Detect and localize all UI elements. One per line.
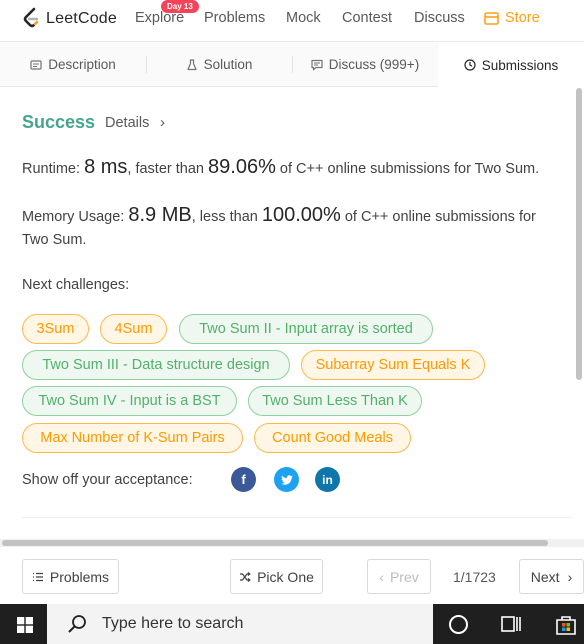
logo-text: LeetCode — [46, 10, 117, 27]
runtime-percentile: 89.06% — [208, 156, 276, 178]
tab-discuss[interactable]: Discuss (999+) — [292, 42, 438, 87]
memory-line-wrap: Two Sum. — [22, 229, 86, 252]
details-link[interactable]: Details — [105, 115, 149, 131]
challenge-two-sum-iii[interactable]: Two Sum III - Data structure design — [22, 350, 290, 380]
memory-tail: of C++ online submissions for — [344, 209, 536, 225]
nav-mock[interactable]: Mock — [286, 10, 321, 26]
horizontal-scrollbar-thumb[interactable] — [2, 540, 548, 546]
leetcode-logo-icon — [23, 7, 39, 28]
twitter-icon[interactable] — [274, 467, 299, 492]
taskbar-search[interactable]: Type here to search — [47, 604, 433, 644]
nav-contest[interactable]: Contest — [342, 10, 392, 26]
cortana-icon[interactable] — [449, 615, 468, 634]
submission-status: Success — [22, 112, 96, 132]
challenge-3sum[interactable]: 3Sum — [22, 314, 89, 344]
next-label: Next — [530, 568, 560, 585]
tab-discuss-label: Discuss (999+) — [328, 57, 420, 72]
next-button[interactable]: Next › — [519, 559, 584, 594]
search-icon — [68, 615, 86, 633]
challenge-count-good-meals[interactable]: Count Good Meals — [254, 423, 411, 453]
nav-discuss[interactable]: Discuss — [414, 10, 465, 26]
tab-submissions[interactable]: Submissions — [438, 42, 584, 88]
windows-start-icon[interactable] — [17, 617, 33, 633]
vertical-scrollbar[interactable] — [576, 88, 582, 380]
tab-description[interactable]: Description — [0, 42, 146, 87]
challenge-two-sum-ii[interactable]: Two Sum II - Input array is sorted — [179, 314, 433, 344]
runtime-value: 8 ms — [84, 156, 128, 178]
facebook-icon[interactable]: f — [231, 467, 256, 492]
tab-description-label: Description — [48, 57, 116, 72]
runtime-mid: , faster than — [127, 161, 204, 177]
runtime-label: Runtime: — [22, 161, 81, 177]
windows-taskbar: Type here to search — [0, 604, 584, 644]
memory-tail-2: Two Sum. — [22, 232, 87, 248]
tab-submissions-label: Submissions — [481, 57, 559, 73]
leetcode-logo[interactable]: LeetCode — [21, 7, 117, 31]
challenge-two-sum-iv[interactable]: Two Sum IV - Input is a BST — [22, 386, 237, 416]
share-label: Show off your acceptance: — [22, 472, 193, 488]
explore-day-badge: Day 13 — [161, 0, 199, 13]
problems-button-label: Problems — [49, 568, 110, 585]
prev-button[interactable]: ‹ Prev — [367, 559, 431, 594]
taskbar-search-placeholder: Type here to search — [102, 615, 244, 632]
top-navbar: LeetCode Explore Day 13 Problems Mock Co… — [0, 0, 584, 42]
challenge-subarray-sum[interactable]: Subarray Sum Equals K — [301, 350, 485, 380]
horizontal-scrollbar-track[interactable] — [0, 539, 584, 547]
chevron-right-icon: › — [567, 568, 573, 585]
challenge-max-k-sum-pairs[interactable]: Max Number of K-Sum Pairs — [22, 423, 243, 453]
runtime-line: Runtime: 8 ms, faster than 89.06% of C++… — [22, 156, 539, 181]
nav-store[interactable]: Store — [484, 10, 540, 26]
next-challenges-label: Next challenges: — [22, 277, 130, 293]
memory-mid: , less than — [191, 209, 258, 225]
nav-problems[interactable]: Problems — [204, 10, 265, 26]
problem-tabs: Description Solution Discuss (999+) Subm… — [0, 42, 584, 88]
shuffle-icon — [240, 571, 251, 582]
nav-store-label: Store — [505, 10, 540, 26]
chevron-left-icon: ‹ — [379, 568, 384, 585]
challenge-two-sum-less-than-k[interactable]: Two Sum Less Than K — [248, 386, 422, 416]
flask-icon — [186, 58, 197, 70]
microsoft-store-icon[interactable] — [555, 614, 577, 636]
clock-icon — [464, 59, 476, 71]
twitter-bird-icon — [280, 474, 293, 485]
challenge-4sum[interactable]: 4Sum — [100, 314, 167, 344]
linkedin-icon[interactable]: in — [315, 467, 340, 492]
runtime-tail: of C++ online submissions for Two Sum. — [279, 161, 540, 177]
chevron-right-icon[interactable]: › — [160, 114, 165, 131]
comment-icon — [311, 59, 323, 70]
content-divider — [22, 517, 572, 518]
pick-one-button[interactable]: Pick One — [230, 559, 323, 594]
list-icon — [32, 572, 43, 581]
store-icon — [484, 11, 499, 25]
memory-percentile: 100.00% — [261, 204, 341, 226]
prev-label: Prev — [389, 568, 419, 585]
problem-counter: 1/1723 — [453, 569, 496, 585]
memory-line: Memory Usage: 8.9 MB, less than 100.00% … — [22, 204, 536, 229]
document-icon — [30, 59, 42, 70]
tab-solution[interactable]: Solution — [146, 42, 292, 87]
problems-list-button[interactable]: Problems — [22, 559, 119, 594]
memory-label: Memory Usage: — [22, 209, 125, 225]
pick-one-label: Pick One — [257, 568, 314, 585]
task-view-icon[interactable] — [500, 614, 522, 634]
tab-solution-label: Solution — [203, 57, 253, 72]
memory-value: 8.9 MB — [128, 204, 192, 226]
